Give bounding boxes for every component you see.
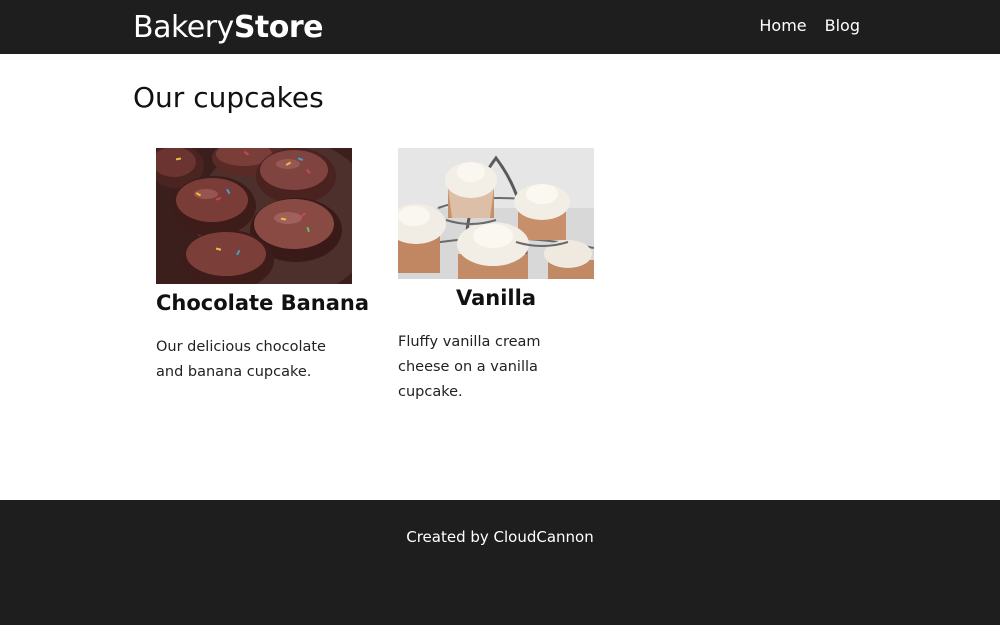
footer-credit: Created by CloudCannon — [406, 528, 594, 546]
main-nav: Home Blog — [759, 14, 860, 38]
product-card-vanilla[interactable]: Vanilla Fluffy vanilla cream cheese on a… — [398, 148, 594, 405]
site-logo[interactable]: Bakery Store — [133, 8, 324, 46]
logo-text-bold: Store — [233, 9, 324, 45]
site-footer: Created by CloudCannon — [0, 500, 1000, 625]
product-card-chocolate-banana[interactable]: Chocolate Banana Our delicious chocolate… — [156, 148, 369, 385]
site-header: Bakery Store Home Blog — [0, 0, 1000, 54]
vanilla-cupcake-image[interactable] — [398, 148, 594, 279]
product-description: Fluffy vanilla cream cheese on a vanilla… — [398, 334, 541, 400]
product-title[interactable]: Chocolate Banana — [156, 289, 369, 317]
logo-text-light: Bakery — [133, 9, 234, 45]
chocolate-cupcake-image[interactable] — [156, 148, 352, 284]
product-description: Our delicious chocolate and banana cupca… — [156, 339, 326, 380]
nav-link-blog[interactable]: Blog — [825, 14, 860, 38]
product-title[interactable]: Vanilla — [398, 284, 594, 312]
page-title: Our cupcakes — [133, 81, 324, 114]
nav-link-home[interactable]: Home — [759, 14, 806, 38]
